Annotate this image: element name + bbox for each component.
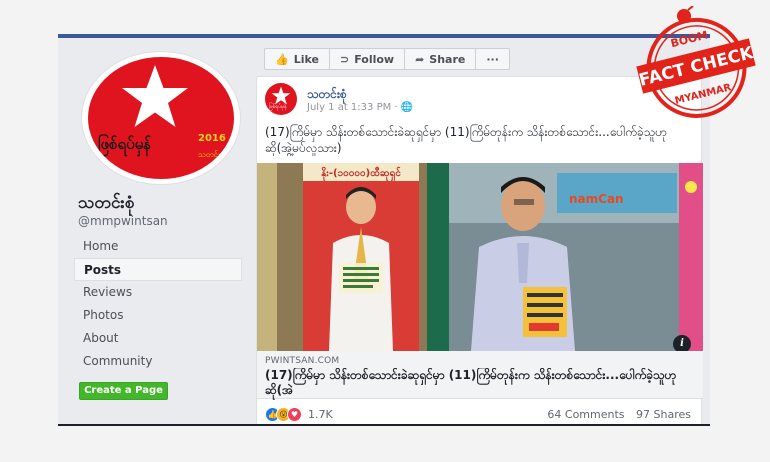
nav-item-community[interactable]: Community bbox=[74, 350, 242, 373]
share-arrow-icon: ➦ bbox=[415, 52, 425, 66]
nav-item-home[interactable]: Home bbox=[74, 235, 242, 258]
rss-icon: ⊃ bbox=[339, 52, 350, 66]
like-label: Like bbox=[293, 52, 319, 66]
engagement-counts: 64 Comments 97 Shares bbox=[539, 408, 691, 421]
share-page-button[interactable]: ➦ Share bbox=[404, 48, 477, 70]
link-title: (17)ကြိမ်မှာ သိန်းတစ်သောင်းခဲဆုရှင်မှာ (… bbox=[265, 368, 677, 397]
profile-picture[interactable]: ဖြစ်ရပ်မှန် 2016 သတင်း bbox=[82, 52, 240, 184]
post-photo[interactable]: နိုး-(၁၀၀၀၀)ထီဆုရှင် namCan i bbox=[257, 163, 703, 351]
post-timestamp[interactable]: July 1 at 1:33 PM · 🌐 bbox=[307, 102, 413, 113]
post-text: (17)ကြိမ်မှာ သိန်းတစ်သောင်းခဲဆုရှင်မှာ (… bbox=[265, 125, 667, 155]
star-icon bbox=[122, 65, 188, 127]
nav-item-about[interactable]: About bbox=[74, 327, 242, 350]
comments-count[interactable]: 64 Comments bbox=[547, 408, 624, 421]
photo-illustration: နိုး-(၁၀၀၀၀)ထီဆုရှင် namCan bbox=[257, 163, 703, 351]
stamp-bottom-text: MYANMAR bbox=[674, 82, 733, 107]
follow-label: Follow bbox=[354, 52, 395, 66]
share-label: Share bbox=[429, 52, 466, 66]
fact-check-stamp: FACT CHECK BOOM MYANMAR bbox=[636, 6, 756, 118]
more-label: ··· bbox=[486, 52, 499, 66]
bomb-fuse bbox=[687, 6, 694, 11]
profile-logo-text: ဖြစ်ရပ်မှန် bbox=[98, 135, 152, 153]
facebook-page-frame: ဖြစ်ရပ်မှန် 2016 သတင်း သတင်းစုံ @mmpwint… bbox=[58, 34, 710, 426]
bomb-icon bbox=[677, 9, 691, 23]
like-page-button[interactable]: 👍 Like bbox=[264, 48, 330, 70]
post-card: ဖြစ်ရပ်မှန် သတင်းစုံ July 1 at 1:33 PM ·… bbox=[256, 76, 703, 426]
nav-item-photos[interactable]: Photos bbox=[74, 304, 242, 327]
post-avatar[interactable]: ဖြစ်ရပ်မှန် bbox=[265, 83, 297, 115]
bottom-rule bbox=[58, 424, 710, 426]
reaction-count: 1.7K bbox=[308, 408, 333, 421]
thumbs-up-icon: 👍 bbox=[275, 52, 289, 66]
nav-item-reviews[interactable]: Reviews bbox=[74, 281, 242, 304]
nav-item-posts[interactable]: Posts bbox=[74, 258, 242, 281]
link-preview[interactable]: PWINTSAN.COM (17)ကြိမ်မှာ သိန်းတစ်သောင်း… bbox=[257, 351, 703, 399]
follow-button[interactable]: ⊃ Follow bbox=[328, 48, 406, 70]
shares-count[interactable]: 97 Shares bbox=[636, 408, 691, 421]
page-action-bar: 👍 Like ⊃ Follow ➦ Share ··· bbox=[264, 48, 510, 70]
love-reaction-icon: ♥ bbox=[287, 407, 302, 422]
star-icon bbox=[271, 86, 291, 105]
profile-logo: ဖြစ်ရပ်မှန် 2016 သတင်း bbox=[88, 57, 234, 179]
page-nav: Home Posts Reviews Photos About Communit… bbox=[74, 235, 242, 373]
left-sidebar: ဖြစ်ရပ်မှန် 2016 သတင်း သတင်းစုံ @mmpwint… bbox=[58, 38, 248, 426]
link-domain: PWINTSAN.COM bbox=[265, 356, 340, 366]
profile-logo-sub: သတင်း bbox=[198, 150, 220, 159]
shop-sign: namCan bbox=[569, 192, 624, 206]
info-icon[interactable]: i bbox=[673, 335, 691, 351]
reaction-summary[interactable]: 👍 😮 ♥ 1.7K bbox=[265, 407, 333, 422]
post-avatar-text: ဖြစ်ရပ်မှန် bbox=[269, 104, 287, 110]
profile-logo-year: 2016 bbox=[198, 133, 226, 144]
create-page-button[interactable]: Create a Page bbox=[79, 382, 168, 400]
more-options-button[interactable]: ··· bbox=[475, 48, 510, 70]
page-handle[interactable]: @mmpwintsan bbox=[78, 214, 168, 228]
